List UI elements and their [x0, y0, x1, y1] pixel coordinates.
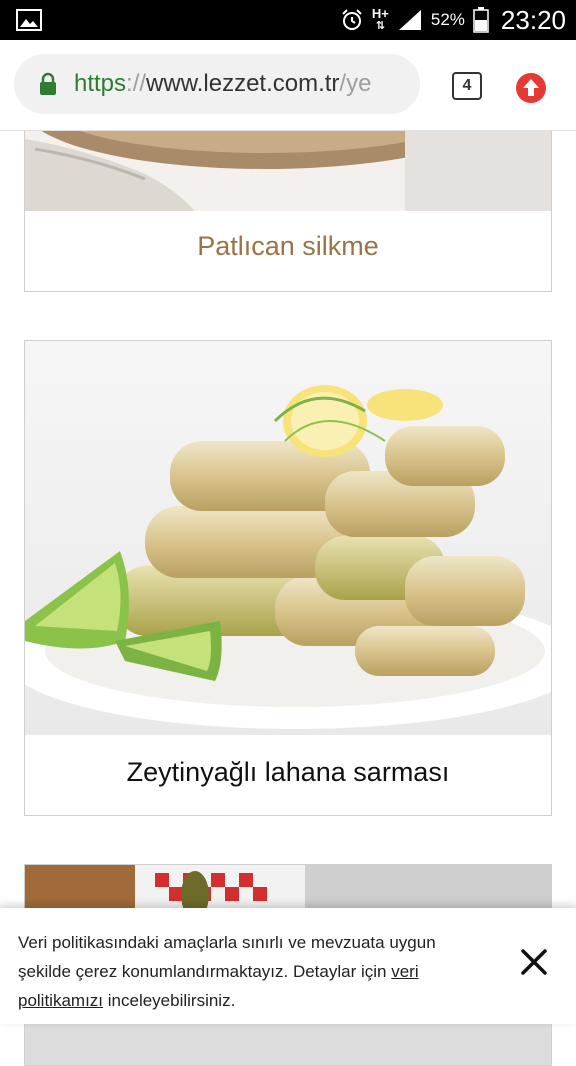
- address-bar[interactable]: https://www.lezzet.com.tr/ye: [14, 54, 420, 114]
- cookie-text-main: Veri politikasındaki amaçlarla sınırlı v…: [18, 933, 436, 981]
- url-separator: ://: [126, 70, 147, 97]
- tabs-icon[interactable]: 4: [452, 72, 482, 100]
- cookie-text: Veri politikasındaki amaçlarla sınırlı v…: [18, 928, 478, 1015]
- update-icon[interactable]: [515, 72, 547, 104]
- food-photo: [25, 341, 551, 735]
- recipe-image[interactable]: [25, 341, 551, 735]
- cookie-text-end: inceleyebilirsiniz.: [103, 991, 236, 1010]
- tab-count: 4: [462, 77, 472, 94]
- lock-icon: [40, 72, 56, 95]
- url-scheme: https: [74, 70, 127, 97]
- network-type: H+ ⇅: [371, 6, 389, 32]
- url-host: www.lezzet.com.tr: [146, 70, 340, 97]
- browser-toolbar: https://www.lezzet.com.tr/ye 4: [0, 40, 576, 131]
- status-bar: H+ ⇅ 52% 23:20: [0, 0, 576, 40]
- url-text[interactable]: https://www.lezzet.com.tr/ye: [74, 70, 371, 98]
- battery-percent: 52%: [430, 10, 465, 29]
- recipe-card-patlican-silkme[interactable]: Patlıcan silkme: [24, 118, 552, 292]
- recipe-card-lahana-sarmasi[interactable]: Zeytinyağlı lahana sarması: [24, 340, 552, 816]
- close-icon[interactable]: [518, 946, 550, 978]
- cookie-banner: Veri politikasındaki amaçlarla sınırlı v…: [0, 908, 576, 1024]
- battery-icon: [473, 7, 489, 33]
- recipe-image[interactable]: [25, 119, 551, 211]
- clock: 23:20: [500, 4, 566, 35]
- image-icon: [16, 9, 42, 31]
- alarm-icon: [342, 9, 362, 30]
- food-photo: [25, 119, 551, 211]
- url-path: /ye: [339, 70, 372, 97]
- recipe-title[interactable]: Patlıcan silkme: [25, 231, 551, 262]
- signal-icon: [398, 10, 421, 30]
- recipe-title[interactable]: Zeytinyağlı lahana sarması: [25, 757, 551, 788]
